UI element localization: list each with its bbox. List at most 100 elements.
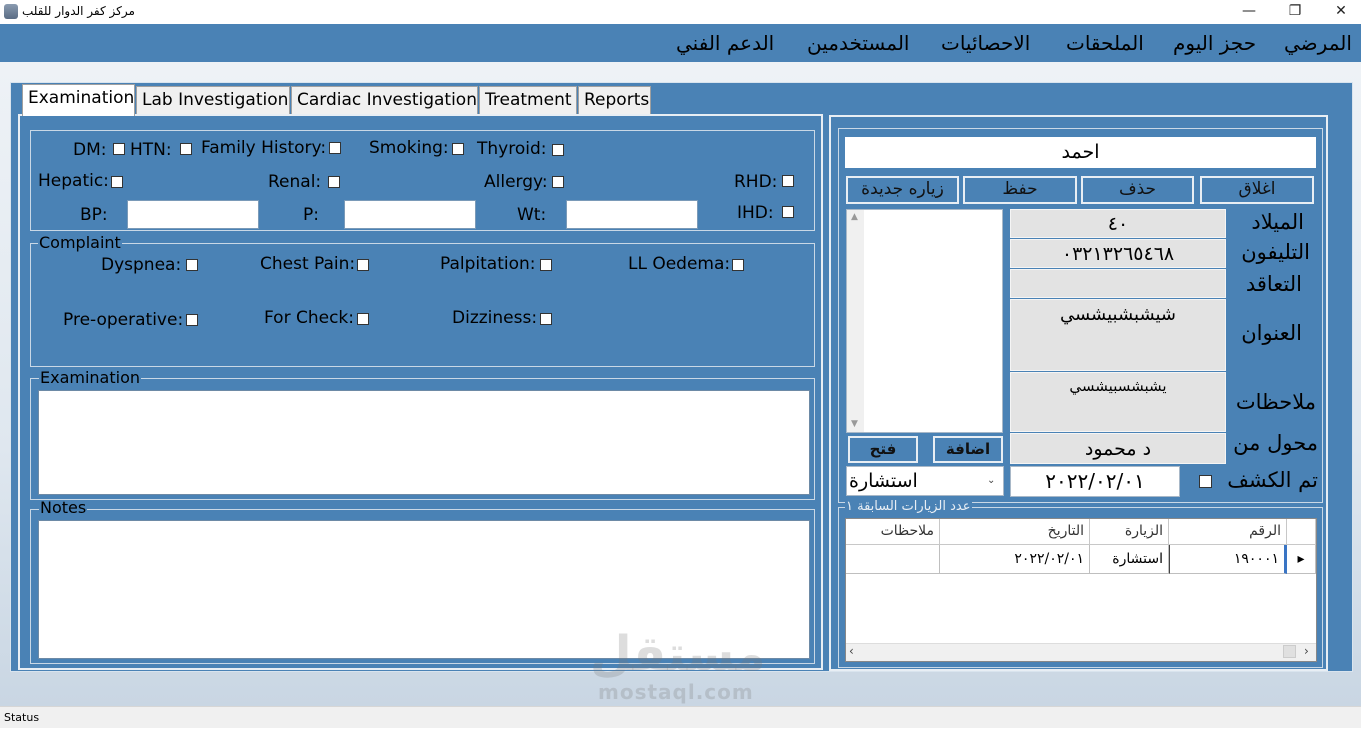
renal-label: Renal: bbox=[268, 172, 322, 192]
ll-oedema-checkbox[interactable] bbox=[732, 259, 744, 271]
ll-oedema-label: LL Oedema: bbox=[628, 254, 731, 274]
allergy-checkbox[interactable] bbox=[552, 176, 564, 188]
tab-examination[interactable]: Examination bbox=[22, 84, 135, 116]
column-header-notes[interactable]: ملاحظات bbox=[846, 519, 940, 545]
column-header-date[interactable]: التاريخ bbox=[940, 519, 1090, 545]
column-header-visit[interactable]: الزيارة bbox=[1090, 519, 1169, 545]
dyspnea-checkbox[interactable] bbox=[186, 259, 198, 271]
save-button[interactable]: حفظ bbox=[963, 176, 1077, 204]
hepatic-checkbox[interactable] bbox=[111, 176, 123, 188]
app-icon bbox=[4, 4, 18, 19]
allergy-label: Allergy: bbox=[484, 172, 548, 192]
row-selector-icon[interactable]: ▸ bbox=[1287, 545, 1316, 574]
minimize-button[interactable]: — bbox=[1226, 0, 1272, 24]
attachments-list[interactable] bbox=[846, 209, 1003, 433]
title-bar bbox=[0, 0, 1361, 24]
dyspnea-label: Dyspnea: bbox=[101, 255, 182, 275]
chevron-down-icon: ⌄ bbox=[987, 475, 996, 486]
status-bar: Status bbox=[0, 706, 1361, 728]
family-history-label: Family History: bbox=[201, 138, 327, 158]
pulse-label: P: bbox=[303, 205, 319, 225]
dm-label: DM: bbox=[73, 140, 107, 160]
for-check-checkbox[interactable] bbox=[357, 313, 369, 325]
visits-count-title: عدد الزيارات السابقة ١ bbox=[845, 499, 972, 514]
pulse-input[interactable] bbox=[344, 200, 476, 229]
htn-checkbox[interactable] bbox=[180, 143, 192, 155]
dizziness-label: Dizziness: bbox=[452, 308, 538, 328]
complaint-title: Complaint bbox=[38, 233, 122, 252]
pre-operative-checkbox[interactable] bbox=[186, 314, 198, 326]
examination-textarea[interactable] bbox=[38, 390, 810, 495]
menu-today-booking[interactable]: حجز اليوم bbox=[1173, 31, 1256, 55]
contract-label: التعاقد bbox=[1245, 272, 1302, 296]
palpitation-label: Palpitation: bbox=[440, 254, 536, 274]
pre-operative-label: Pre-operative: bbox=[63, 310, 184, 330]
scroll-down-icon[interactable]: ▼ bbox=[851, 419, 858, 429]
row-header-corner bbox=[1287, 519, 1316, 545]
visit-type-value: استشارة bbox=[849, 470, 918, 492]
menu-statistics[interactable]: الاحصائيات bbox=[941, 31, 1030, 55]
address-label: العنوان bbox=[1241, 321, 1302, 345]
smoking-label: Smoking: bbox=[369, 138, 449, 158]
delete-button[interactable]: حذف bbox=[1081, 176, 1194, 204]
window-title: مركز كفر الدوار للقلب bbox=[22, 4, 135, 18]
tab-cardiac-investigation[interactable]: Cardiac Investigation bbox=[291, 86, 478, 115]
examined-label: تم الكشف bbox=[1227, 468, 1318, 492]
thyroid-checkbox[interactable] bbox=[552, 144, 564, 156]
patient-name-field[interactable]: احمد bbox=[845, 137, 1316, 168]
phone-label: التليفون bbox=[1241, 240, 1310, 264]
open-attachment-button[interactable]: فتح bbox=[848, 436, 918, 463]
rhd-checkbox[interactable] bbox=[782, 175, 794, 187]
contract-field[interactable] bbox=[1010, 269, 1226, 298]
visits-hscrollbar[interactable] bbox=[846, 643, 1316, 661]
hepatic-label: Hepatic: bbox=[38, 171, 109, 191]
for-check-label: For Check: bbox=[264, 308, 354, 328]
birth-label: الميلاد bbox=[1251, 210, 1304, 234]
visit-type-select[interactable]: استشارة ⌄ bbox=[846, 466, 1004, 496]
tab-lab-investigation[interactable]: Lab Investigation bbox=[136, 86, 290, 115]
table-cell-number[interactable]: ١٩٠٠٠١ bbox=[1169, 545, 1287, 574]
weight-input[interactable] bbox=[566, 200, 698, 229]
tab-reports[interactable]: Reports bbox=[578, 86, 651, 115]
menu-attachments[interactable]: الملحقات bbox=[1066, 31, 1144, 55]
new-visit-button[interactable]: زياره جديدة bbox=[846, 176, 959, 204]
address-field[interactable]: شيشبشبيشسي bbox=[1010, 299, 1226, 371]
table-cell-notes[interactable] bbox=[846, 545, 940, 574]
birth-field[interactable]: ٤٠ bbox=[1010, 209, 1226, 238]
dm-checkbox[interactable] bbox=[113, 143, 125, 155]
renal-checkbox[interactable] bbox=[328, 176, 340, 188]
restore-button[interactable]: ❐ bbox=[1272, 0, 1318, 24]
chest-pain-label: Chest Pain: bbox=[260, 254, 356, 274]
watermark-url: mostaql.com bbox=[598, 680, 754, 704]
referred-by-field[interactable]: د محمود bbox=[1010, 433, 1226, 464]
scroll-right-icon[interactable]: › bbox=[1304, 644, 1309, 658]
attachments-scrollbar[interactable] bbox=[847, 210, 864, 432]
add-attachment-button[interactable]: اضافة bbox=[933, 436, 1003, 463]
bp-input[interactable] bbox=[127, 200, 259, 229]
chest-pain-checkbox[interactable] bbox=[357, 259, 369, 271]
scroll-corner bbox=[1283, 645, 1296, 658]
phone-field[interactable]: ٠٣٢١٣٢٦٥٤٦٨ bbox=[1010, 239, 1226, 268]
palpitation-checkbox[interactable] bbox=[540, 259, 552, 271]
close-window-button[interactable]: ✕ bbox=[1318, 0, 1361, 24]
visit-date-field[interactable]: ٢٠٢٢/٠٢/٠١ bbox=[1010, 466, 1180, 497]
scroll-left-icon[interactable]: ‹ bbox=[849, 644, 854, 658]
ihd-label: IHD: bbox=[737, 203, 774, 223]
table-cell-visit[interactable]: استشارة bbox=[1090, 545, 1169, 574]
menu-patients[interactable]: المرضي bbox=[1284, 31, 1352, 55]
close-button[interactable]: اغلاق bbox=[1200, 176, 1314, 204]
dizziness-checkbox[interactable] bbox=[540, 313, 552, 325]
notes-field[interactable]: يشبشسبيشسي bbox=[1010, 372, 1226, 432]
tab-treatment[interactable]: Treatment bbox=[479, 86, 577, 115]
table-cell-date[interactable]: ٢٠٢٢/٠٢/٠١ bbox=[940, 545, 1090, 574]
bp-label: BP: bbox=[80, 205, 108, 225]
ihd-checkbox[interactable] bbox=[782, 206, 794, 218]
menu-support[interactable]: الدعم الفني bbox=[676, 31, 774, 55]
family-history-checkbox[interactable] bbox=[329, 142, 341, 154]
scroll-up-icon[interactable]: ▲ bbox=[851, 212, 858, 222]
notes-title: Notes bbox=[39, 498, 88, 517]
smoking-checkbox[interactable] bbox=[452, 143, 464, 155]
examined-checkbox[interactable] bbox=[1199, 475, 1212, 488]
column-header-number[interactable]: الرقم bbox=[1169, 519, 1287, 545]
menu-users[interactable]: المستخدمين bbox=[807, 31, 909, 55]
